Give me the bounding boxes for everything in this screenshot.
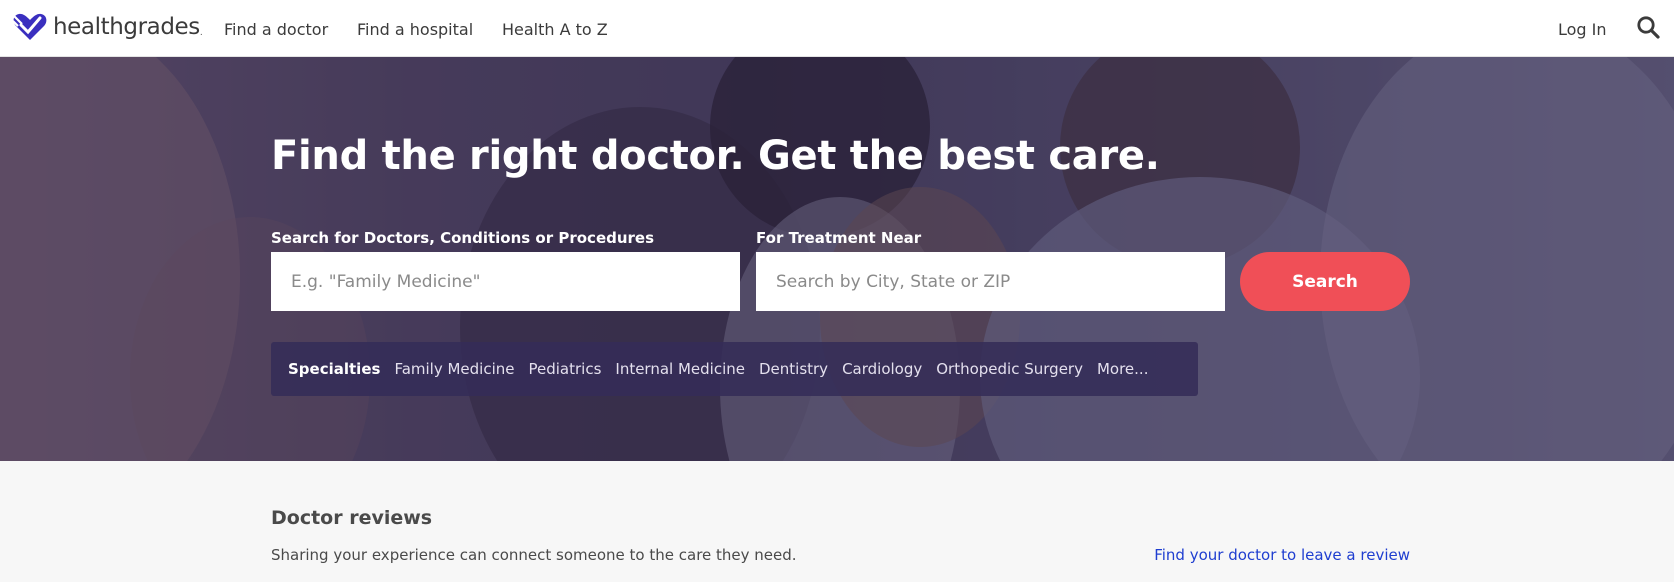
specialty-pediatrics[interactable]: Pediatrics xyxy=(528,360,601,378)
specialties-bar: Specialties Family Medicine Pediatrics I… xyxy=(271,342,1198,396)
specialty-orthopedic-surgery[interactable]: Orthopedic Surgery xyxy=(936,360,1083,378)
location-field-label: For Treatment Near xyxy=(756,229,922,247)
search-icon[interactable] xyxy=(1636,15,1660,39)
leave-review-link[interactable]: Find your doctor to leave a review xyxy=(1154,546,1410,564)
top-navigation-bar: healthgrades . Find a doctor Find a hosp… xyxy=(0,0,1674,57)
specialty-family-medicine[interactable]: Family Medicine xyxy=(394,360,514,378)
specialty-internal-medicine[interactable]: Internal Medicine xyxy=(615,360,745,378)
hero-title: Find the right doctor. Get the best care… xyxy=(271,133,1160,179)
specialty-dentistry[interactable]: Dentistry xyxy=(759,360,828,378)
specialties-heading: Specialties xyxy=(288,360,381,378)
nav-health-a-to-z[interactable]: Health A to Z xyxy=(502,20,608,39)
nav-find-a-hospital[interactable]: Find a hospital xyxy=(357,20,473,39)
healthgrades-logo[interactable]: healthgrades . xyxy=(12,12,203,42)
reviews-title: Doctor reviews xyxy=(271,507,433,529)
nav-find-a-doctor[interactable]: Find a doctor xyxy=(224,20,328,39)
hero-banner: Find the right doctor. Get the best care… xyxy=(0,57,1674,461)
logo-wordmark: healthgrades xyxy=(53,14,200,40)
healthgrades-heart-icon xyxy=(12,13,47,40)
logo-trademark: . xyxy=(199,28,203,38)
specialty-cardiology[interactable]: Cardiology xyxy=(842,360,922,378)
search-button[interactable]: Search xyxy=(1240,252,1410,311)
reviews-description: Sharing your experience can connect some… xyxy=(271,546,797,564)
login-link[interactable]: Log In xyxy=(1558,20,1607,39)
location-search-input[interactable] xyxy=(756,252,1225,311)
doctor-search-input[interactable] xyxy=(271,252,740,311)
specialty-more-link[interactable]: More... xyxy=(1097,360,1149,378)
query-field-label: Search for Doctors, Conditions or Proced… xyxy=(271,229,655,247)
